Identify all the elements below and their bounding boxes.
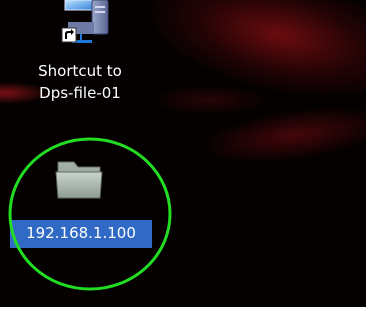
network-computer-shortcut-icon xyxy=(50,0,114,46)
desktop-icon-shortcut[interactable]: Shortcut to Dps-file-01 xyxy=(12,0,148,112)
wallpaper-streak xyxy=(197,97,370,173)
desktop-icon-label-selected: 192.168.1.100 xyxy=(10,220,152,248)
desktop: Shortcut to Dps-file-01 192.168.1.100 xyxy=(0,0,370,311)
desktop-icon-folder[interactable]: 192.168.1.100 xyxy=(10,150,152,280)
folder-icon xyxy=(54,154,106,202)
image-border xyxy=(0,307,370,311)
wallpaper-streak xyxy=(141,0,370,116)
wallpaper-streak xyxy=(150,85,270,115)
desktop-icon-label: Shortcut to Dps-file-01 xyxy=(38,62,122,102)
image-border xyxy=(366,0,370,311)
